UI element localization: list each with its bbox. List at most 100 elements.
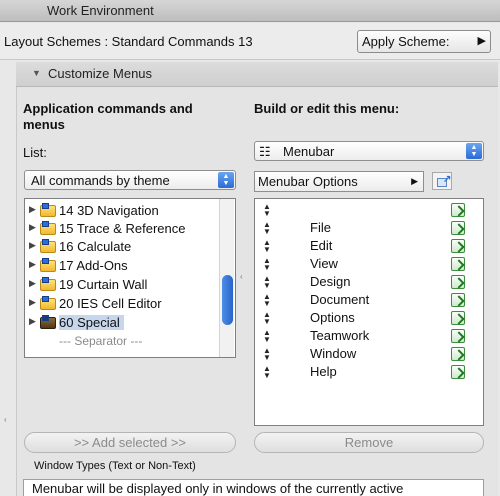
command-folder-icon bbox=[40, 296, 56, 310]
list-label: List: bbox=[23, 145, 47, 160]
expand-triangle-icon[interactable]: ▶ bbox=[29, 204, 36, 215]
scrollbar-thumb[interactable] bbox=[222, 275, 233, 325]
edit-item-icon[interactable] bbox=[451, 239, 465, 253]
edit-item-icon[interactable] bbox=[451, 275, 465, 289]
drag-handle-icon[interactable]: ▲ ▼ bbox=[263, 293, 271, 308]
expand-triangle-icon[interactable]: ▶ bbox=[29, 297, 36, 308]
command-folder-icon bbox=[40, 239, 56, 253]
menu-item-label: Help bbox=[310, 364, 337, 379]
edit-item-icon[interactable] bbox=[451, 221, 465, 235]
command-folder-icon bbox=[40, 277, 56, 291]
list-item[interactable]: ▶ 20 IES Cell Editor bbox=[25, 295, 235, 313]
resize-handle-icon[interactable]: ‹ bbox=[4, 415, 7, 424]
menubar-options-label: Menubar Options bbox=[258, 174, 358, 189]
edit-item-icon[interactable] bbox=[451, 347, 465, 361]
expand-triangle-icon[interactable]: ▶ bbox=[29, 259, 36, 270]
menu-item-label: Edit bbox=[310, 238, 333, 253]
list-item-label: 60 Special bbox=[59, 315, 124, 330]
expand-triangle-icon[interactable]: ▶ bbox=[29, 222, 36, 233]
menu-item-row[interactable]: ▲ ▼ Window bbox=[255, 346, 483, 364]
layout-schemes-bar: Layout Schemes : Standard Commands 13 Ap… bbox=[0, 23, 500, 60]
commands-list[interactable]: ▶ 14 3D Navigation ▶ 15 Trace & Referenc… bbox=[24, 198, 236, 358]
window-title: Work Environment bbox=[47, 3, 154, 18]
list-item-label: 16 Calculate bbox=[59, 239, 132, 254]
menu-structure-list[interactable]: ▲ ▼ ▲ ▼ File ▲ ▼ Edit ▲ ▼ View ▲ ▼ Design ▲ ▼ … bbox=[254, 198, 484, 426]
menu-item-row[interactable]: ▲ ▼ View bbox=[255, 256, 483, 274]
list-item-label: 15 Trace & Reference bbox=[59, 221, 186, 236]
edit-item-icon[interactable] bbox=[451, 365, 465, 379]
apply-scheme-label: Apply Scheme: bbox=[362, 34, 450, 49]
drag-handle-icon[interactable]: ▲ ▼ bbox=[263, 365, 271, 380]
new-menu-icon[interactable]: ↗ bbox=[432, 172, 452, 190]
edit-item-icon[interactable] bbox=[451, 257, 465, 271]
build-menu-heading: Build or edit this menu: bbox=[254, 101, 400, 116]
window-types-legend: Window Types (Text or Non-Text) bbox=[34, 460, 196, 472]
drag-handle-icon[interactable]: ▲ ▼ bbox=[263, 347, 271, 362]
list-item[interactable]: ▶ 16 Calculate bbox=[25, 238, 235, 256]
command-folder-icon bbox=[40, 203, 56, 217]
drag-handle-icon[interactable]: ▲ ▼ bbox=[263, 239, 271, 254]
drag-handle-icon[interactable]: ▲ ▼ bbox=[263, 311, 271, 326]
menu-item-row[interactable]: ▲ ▼ Teamwork bbox=[255, 328, 483, 346]
app-commands-heading: Application commands and menus bbox=[23, 101, 193, 132]
list-item-label: 19 Curtain Wall bbox=[59, 277, 148, 292]
section-title: Customize Menus bbox=[48, 66, 153, 81]
expand-triangle-icon[interactable]: ▶ bbox=[29, 316, 36, 327]
add-selected-label: >> Add selected >> bbox=[73, 435, 187, 450]
splitter-handle-icon[interactable]: ‹ bbox=[240, 272, 243, 281]
list-scrollbar[interactable] bbox=[219, 199, 234, 357]
window-types-description: Menubar will be displayed only in window… bbox=[32, 481, 404, 496]
separator-item[interactable]: --- Separator --- bbox=[25, 333, 235, 351]
menu-list-icon: ☷ bbox=[259, 144, 271, 159]
menu-item-row[interactable]: ▲ ▼ Edit bbox=[255, 238, 483, 256]
command-folder-icon bbox=[40, 315, 56, 329]
list-item-selected[interactable]: ▶ 60 Special bbox=[25, 314, 235, 332]
edit-item-icon[interactable] bbox=[451, 329, 465, 343]
list-item[interactable]: ▶ 17 Add-Ons bbox=[25, 257, 235, 275]
expand-triangle-icon[interactable]: ▶ bbox=[29, 278, 36, 289]
command-folder-icon bbox=[40, 221, 56, 235]
edit-item-icon[interactable] bbox=[451, 203, 465, 217]
menu-item-row[interactable]: ▲ ▼ bbox=[255, 202, 483, 220]
menu-item-row[interactable]: ▲ ▼ Options bbox=[255, 310, 483, 328]
layout-schemes-label: Layout Schemes : Standard Commands 13 bbox=[4, 34, 253, 49]
list-item-label: 14 3D Navigation bbox=[59, 203, 159, 218]
theme-select-value: All commands by theme bbox=[31, 173, 170, 188]
drag-handle-icon[interactable]: ▲ ▼ bbox=[263, 329, 271, 344]
menu-item-row[interactable]: ▲ ▼ Document bbox=[255, 292, 483, 310]
chevron-right-icon: ▶ bbox=[477, 35, 486, 47]
drag-handle-icon[interactable]: ▲ ▼ bbox=[263, 203, 271, 218]
menu-select-value: Menubar bbox=[283, 144, 335, 159]
menu-item-label: Design bbox=[310, 274, 351, 289]
menu-select[interactable]: ☷ Menubar ▲ ▼ bbox=[254, 141, 484, 161]
menu-item-row[interactable]: ▲ ▼ Help bbox=[255, 364, 483, 382]
customize-menus-header[interactable]: ▼ Customize Menus bbox=[16, 62, 498, 87]
remove-label: Remove bbox=[344, 435, 394, 450]
list-item[interactable]: ▶ 19 Curtain Wall bbox=[25, 276, 235, 294]
list-item[interactable]: ▶ 15 Trace & Reference bbox=[25, 220, 235, 238]
separator-label: --- Separator --- bbox=[59, 334, 143, 348]
menu-item-label: Window bbox=[310, 346, 357, 361]
title-bar: Work Environment bbox=[0, 0, 500, 22]
remove-button[interactable]: Remove bbox=[254, 432, 484, 453]
theme-select[interactable]: All commands by theme ▲ ▼ bbox=[24, 170, 236, 190]
menubar-options-button[interactable]: Menubar Options ▶ bbox=[254, 171, 424, 192]
drag-handle-icon[interactable]: ▲ ▼ bbox=[263, 257, 271, 272]
drag-handle-icon[interactable]: ▲ ▼ bbox=[263, 275, 271, 290]
expand-triangle-icon[interactable]: ▶ bbox=[29, 240, 36, 251]
menu-item-label: Teamwork bbox=[310, 328, 370, 343]
disclosure-triangle-icon[interactable]: ▼ bbox=[32, 68, 41, 78]
add-selected-button[interactable]: >> Add selected >> bbox=[24, 432, 236, 453]
menu-item-label: Document bbox=[310, 292, 370, 307]
menu-item-row[interactable]: ▲ ▼ Design bbox=[255, 274, 483, 292]
list-item[interactable]: ▶ 14 3D Navigation bbox=[25, 202, 235, 220]
list-item-label: 20 IES Cell Editor bbox=[59, 296, 162, 311]
list-item-label: 17 Add-Ons bbox=[59, 258, 128, 273]
edit-item-icon[interactable] bbox=[451, 293, 465, 307]
drag-handle-icon[interactable]: ▲ ▼ bbox=[263, 221, 271, 236]
edit-item-icon[interactable] bbox=[451, 311, 465, 325]
select-stepper-icon: ▲ ▼ bbox=[218, 172, 234, 188]
apply-scheme-button[interactable]: Apply Scheme: ▶ bbox=[357, 30, 491, 53]
menu-item-row[interactable]: ▲ ▼ File bbox=[255, 220, 483, 238]
menu-item-label: File bbox=[310, 220, 331, 235]
